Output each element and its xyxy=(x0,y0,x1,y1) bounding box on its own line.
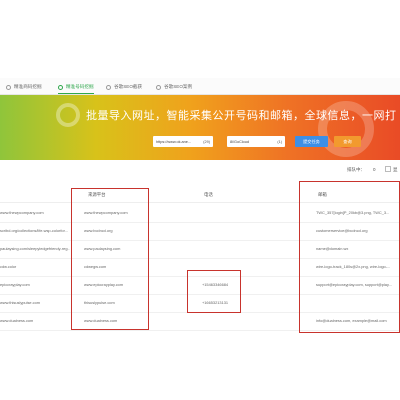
cell-url: epiccrayplay.com xyxy=(0,282,30,287)
platform-highlight-box xyxy=(71,188,149,330)
query-button[interactable]: 查询 xyxy=(334,136,361,147)
url-input-count: (29) xyxy=(203,139,210,144)
url-input[interactable]: https://www.ok.ane... (29) xyxy=(153,136,213,147)
queue-label: 排队中： xyxy=(347,167,365,172)
proxy-input-count: (1) xyxy=(277,139,282,144)
target-icon xyxy=(6,84,11,90)
submit-task-button[interactable]: 提交任务 xyxy=(295,136,328,147)
banner-title: 批量导入网址，智能采集公开号码和邮箱，全球信息，一网打 xyxy=(86,109,397,122)
globe-icon xyxy=(106,84,111,90)
tab-label: 谷歌SEO截获 xyxy=(114,84,143,89)
globe-icon xyxy=(156,84,161,90)
email-highlight-box xyxy=(299,181,400,333)
tab-google-seo-cases[interactable]: 谷歌SEO案例 xyxy=(156,81,192,93)
phone-highlight-box xyxy=(187,270,241,313)
display-label: 显 xyxy=(393,167,398,172)
tab-label: 精准号码挖掘 xyxy=(66,84,94,89)
queue-status-bar: 排队中： 0 显 xyxy=(0,162,400,176)
header-phone: 电话 xyxy=(204,192,213,197)
cell-url: cdw.color xyxy=(0,264,17,269)
queue-count: 0 xyxy=(373,167,376,172)
cell-url: www.thisuslypulse.com xyxy=(0,300,41,305)
checkbox[interactable] xyxy=(385,166,391,172)
cell-url: scribd.org/collections/life-wsp-colorfor… xyxy=(0,228,68,233)
tab-google-seo-capture[interactable]: 谷歌SEO截获 xyxy=(106,81,142,93)
proxy-input[interactable]: 8i/GoCloud (1) xyxy=(227,136,285,147)
tab-label: 谷歌SEO案例 xyxy=(164,84,193,89)
cell-url: www.dualness.com xyxy=(0,318,34,323)
tab-precise-business[interactable]: 精准商码挖掘 xyxy=(6,81,42,93)
tab-bar: 精准商码挖掘 精准号码挖掘 谷歌SEO截获 谷歌SEO案例 xyxy=(0,78,400,95)
url-input-value: https://www.ok.ane... xyxy=(156,139,192,144)
cell-url: paulaysing.com/sleepyledgefriendy-reg... xyxy=(0,246,70,251)
target-icon xyxy=(58,84,63,90)
tab-precise-number[interactable]: 精准号码挖掘 xyxy=(58,81,94,94)
proxy-input-value: 8i/GoCloud xyxy=(230,139,249,144)
tab-label: 精准商码挖掘 xyxy=(14,84,42,89)
g-logo-icon xyxy=(56,103,80,127)
hero-banner: 批量导入网址，智能采集公开号码和邮箱，全球信息，一网打 https://www.… xyxy=(0,95,400,160)
cell-url: www.thewpcompany.com xyxy=(0,210,44,215)
